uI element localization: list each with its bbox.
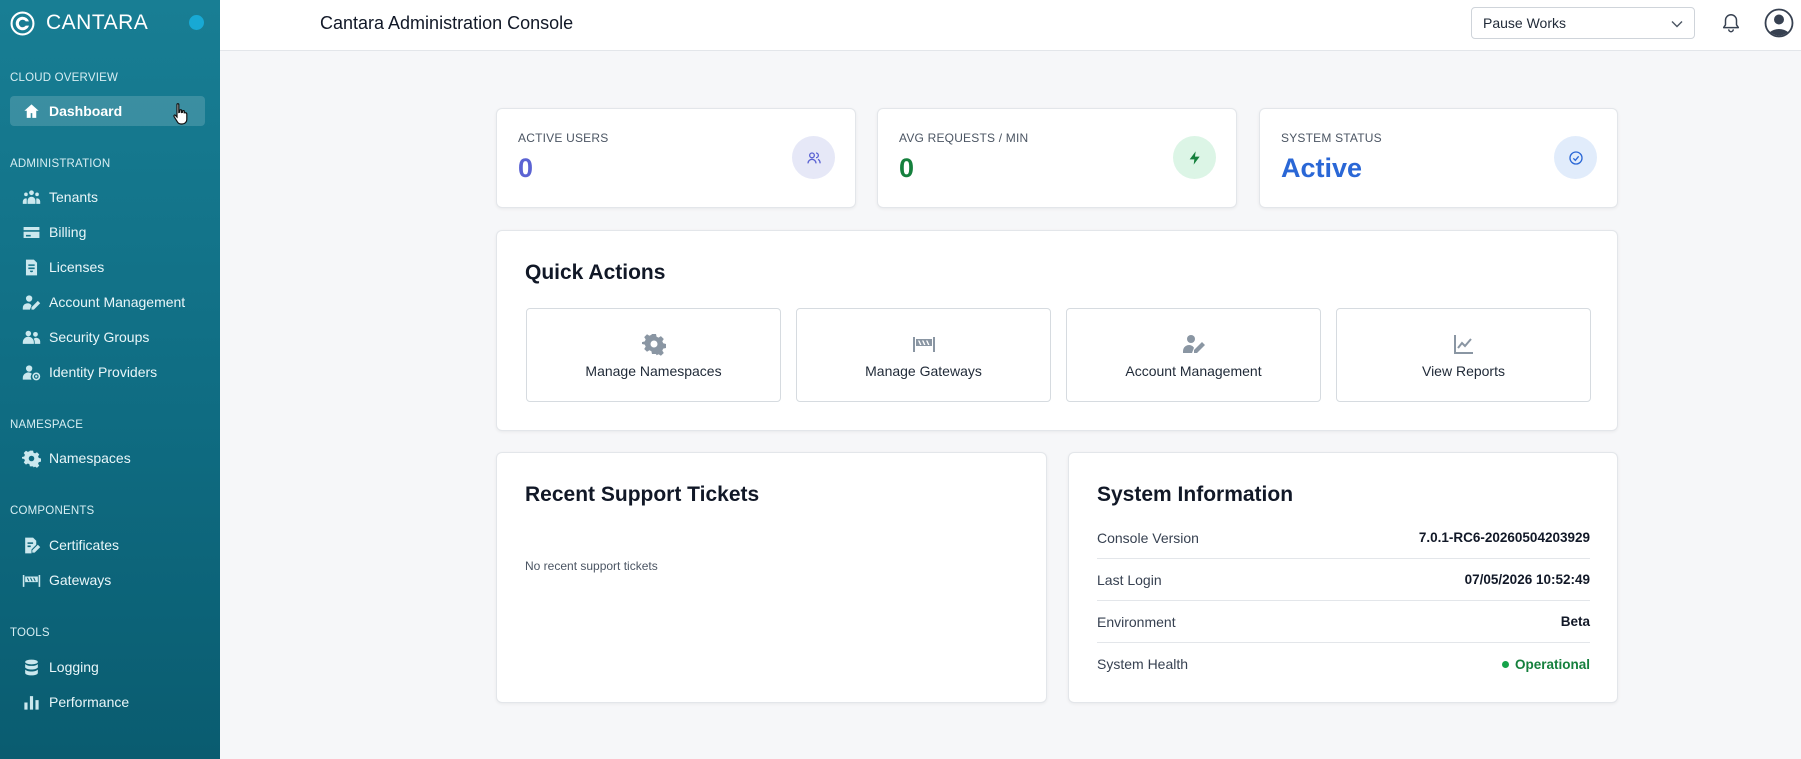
quick-action-label: Manage Gateways bbox=[865, 362, 982, 379]
quick-actions-title: Quick Actions bbox=[525, 261, 666, 284]
stat-label: SYSTEM STATUS bbox=[1281, 131, 1382, 145]
stat-value: 0 bbox=[899, 153, 915, 183]
info-key: Last Login bbox=[1097, 571, 1162, 588]
info-key: Environment bbox=[1097, 613, 1176, 630]
bell-icon[interactable] bbox=[1720, 12, 1742, 34]
info-row-console-version: Console Version 7.0.1-RC6-20260504203929 bbox=[1097, 517, 1590, 559]
bar-chart-icon bbox=[21, 692, 41, 712]
sidebar-item-label: Certificates bbox=[49, 537, 120, 553]
user-edit-icon bbox=[21, 292, 41, 312]
tenant-select-value: Pause Works bbox=[1483, 15, 1566, 31]
status-dot-icon bbox=[1501, 660, 1509, 668]
health-status: Operational bbox=[1501, 656, 1590, 672]
mouse-pointer-icon bbox=[173, 103, 188, 125]
stat-label: ACTIVE USERS bbox=[518, 131, 609, 145]
sidebar-item-label: Performance bbox=[49, 694, 130, 710]
stat-label: AVG REQUESTS / MIN bbox=[899, 131, 1029, 145]
home-icon bbox=[21, 101, 41, 121]
quick-action-label: Manage Namespaces bbox=[585, 362, 722, 379]
system-info-title: System Information bbox=[1097, 483, 1294, 506]
support-tickets-card: Recent Support Tickets No recent support… bbox=[496, 452, 1047, 703]
support-tickets-title: Recent Support Tickets bbox=[525, 483, 760, 506]
sidebar-item-security-groups[interactable]: Security Groups bbox=[10, 322, 205, 352]
quick-action-label: Account Management bbox=[1125, 362, 1262, 379]
system-info-card: System Information Console Version 7.0.1… bbox=[1068, 452, 1618, 703]
sidebar-item-identity-providers[interactable]: Identity Providers bbox=[10, 357, 205, 387]
info-row-system-health: System Health Operational bbox=[1097, 643, 1590, 685]
line-chart-icon bbox=[1453, 334, 1473, 354]
billing-icon bbox=[21, 222, 41, 242]
info-value: Beta bbox=[1560, 614, 1590, 629]
info-value: 7.0.1-RC6-20260504203929 bbox=[1418, 530, 1590, 545]
page-title: Cantara Administration Console bbox=[320, 13, 574, 33]
stat-value: 0 bbox=[518, 153, 534, 183]
users-icon bbox=[21, 327, 41, 347]
top-bar: Cantara Administration Console Pause Wor… bbox=[220, 0, 1801, 51]
chevron-down-icon bbox=[1671, 21, 1683, 28]
info-key: Console Version bbox=[1097, 529, 1199, 546]
sidebar-item-gateways[interactable]: Gateways bbox=[10, 565, 205, 595]
bolt-icon bbox=[1173, 136, 1216, 179]
check-circle-icon bbox=[1554, 136, 1597, 179]
stat-card-system-status: SYSTEM STATUS Active bbox=[1259, 108, 1618, 208]
section-title-cloud-overview: CLOUD OVERVIEW bbox=[10, 72, 119, 84]
quick-action-label: View Reports bbox=[1421, 362, 1505, 379]
manage-gateways-button[interactable]: Manage Gateways bbox=[796, 308, 1051, 402]
identity-icon bbox=[21, 362, 41, 382]
sidebar-item-label: Namespaces bbox=[49, 450, 131, 466]
stat-card-avg-requests: AVG REQUESTS / MIN 0 bbox=[877, 108, 1237, 208]
gear-icon bbox=[21, 448, 41, 468]
status-dot bbox=[189, 15, 204, 30]
health-status-label: Operational bbox=[1514, 656, 1590, 672]
sidebar-item-label: Licenses bbox=[49, 259, 105, 275]
gateway-icon bbox=[21, 570, 41, 590]
gear-icon bbox=[641, 333, 666, 356]
tenants-icon bbox=[21, 187, 41, 207]
stat-value: Active bbox=[1281, 153, 1363, 183]
brand-name: CANTARA bbox=[46, 11, 149, 34]
section-title-namespace: NAMESPACE bbox=[10, 419, 84, 431]
manage-namespaces-button[interactable]: Manage Namespaces bbox=[526, 308, 781, 402]
sidebar-item-performance[interactable]: Performance bbox=[10, 687, 205, 717]
users-icon bbox=[792, 136, 835, 179]
info-row-last-login: Last Login 07/05/2026 10:52:49 bbox=[1097, 559, 1590, 601]
gateway-icon bbox=[912, 336, 935, 352]
sidebar-item-label: Logging bbox=[49, 659, 99, 675]
section-title-components: COMPONENTS bbox=[10, 505, 95, 517]
sidebar: CANTARA CLOUD OVERVIEW Dashboard ADMINIS… bbox=[0, 0, 220, 759]
sidebar-item-label: Dashboard bbox=[49, 103, 123, 119]
info-key: System Health bbox=[1097, 656, 1189, 672]
brand[interactable]: CANTARA bbox=[10, 10, 148, 36]
section-title-administration: ADMINISTRATION bbox=[10, 158, 111, 170]
sidebar-item-label: Billing bbox=[49, 224, 87, 240]
license-icon bbox=[21, 257, 41, 277]
certificate-icon bbox=[21, 535, 41, 555]
sidebar-item-account-management[interactable]: Account Management bbox=[10, 287, 205, 317]
info-row-environment: Environment Beta bbox=[1097, 601, 1590, 643]
sidebar-item-label: Tenants bbox=[49, 189, 99, 205]
tenant-select[interactable]: Pause Works bbox=[1471, 7, 1695, 39]
view-reports-button[interactable]: View Reports bbox=[1336, 308, 1591, 402]
quick-actions-card: Quick Actions Manage Namespaces Manage G… bbox=[496, 230, 1618, 431]
sidebar-item-label: Security Groups bbox=[49, 329, 150, 345]
account-management-button[interactable]: Account Management bbox=[1066, 308, 1321, 402]
sidebar-item-label: Gateways bbox=[49, 572, 112, 588]
sidebar-item-namespaces[interactable]: Namespaces bbox=[10, 443, 205, 473]
sidebar-item-tenants[interactable]: Tenants bbox=[10, 182, 205, 212]
user-avatar-icon[interactable] bbox=[1764, 8, 1794, 38]
sidebar-item-label: Identity Providers bbox=[49, 364, 158, 380]
sidebar-item-certificates[interactable]: Certificates bbox=[10, 530, 205, 560]
sidebar-item-label: Account Management bbox=[49, 294, 186, 310]
sidebar-item-billing[interactable]: Billing bbox=[10, 217, 205, 247]
cantara-logo-icon bbox=[10, 11, 35, 35]
info-value: 07/05/2026 10:52:49 bbox=[1464, 572, 1590, 587]
sidebar-item-logging[interactable]: Logging bbox=[10, 652, 205, 682]
section-title-tools: TOOLS bbox=[10, 627, 50, 639]
empty-state-text: No recent support tickets bbox=[525, 559, 658, 573]
user-edit-icon bbox=[1182, 334, 1205, 353]
stat-card-active-users: ACTIVE USERS 0 bbox=[496, 108, 856, 208]
database-icon bbox=[21, 657, 41, 677]
sidebar-item-licenses[interactable]: Licenses bbox=[10, 252, 205, 282]
